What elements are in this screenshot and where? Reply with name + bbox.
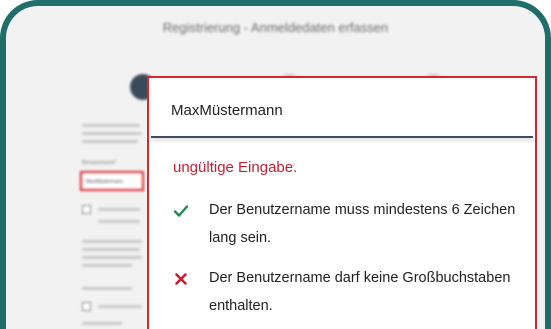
checkbox[interactable] xyxy=(82,205,91,214)
intro-text-line xyxy=(82,132,142,135)
intro-text-line xyxy=(82,140,138,143)
error-message: ungültige Eingabe. xyxy=(173,159,298,176)
page-title: Registrierung - Anmeldedaten erfassen xyxy=(162,20,389,35)
checkbox-label-line xyxy=(98,208,140,211)
text-line xyxy=(82,264,132,267)
text-line xyxy=(82,256,142,259)
rule-text: Der Benutzername darf keine Großbuchstab… xyxy=(209,270,511,314)
checkbox-label-line xyxy=(98,305,142,308)
text-line xyxy=(82,322,122,325)
username-input-background[interactable]: MaxMüstermann xyxy=(80,171,144,191)
text-line xyxy=(82,248,140,251)
intro-text-line xyxy=(82,124,140,127)
check-icon xyxy=(173,205,189,217)
text-line xyxy=(82,240,142,243)
checkbox[interactable] xyxy=(82,302,91,311)
text-line xyxy=(82,287,132,290)
username-validation-popup: MaxMüstermann ungültige Eingabe. Der Ben… xyxy=(147,76,537,329)
username-label: Benutzername* xyxy=(82,160,117,166)
username-input[interactable]: MaxMüstermann xyxy=(151,80,533,138)
cross-icon xyxy=(175,273,187,285)
app-frame: Registrierung - Anmeldedaten erfassen Be… xyxy=(0,0,551,329)
rule-text: Der Benutzername muss mindestens 6 Zeich… xyxy=(209,202,516,246)
text-line xyxy=(98,220,140,223)
